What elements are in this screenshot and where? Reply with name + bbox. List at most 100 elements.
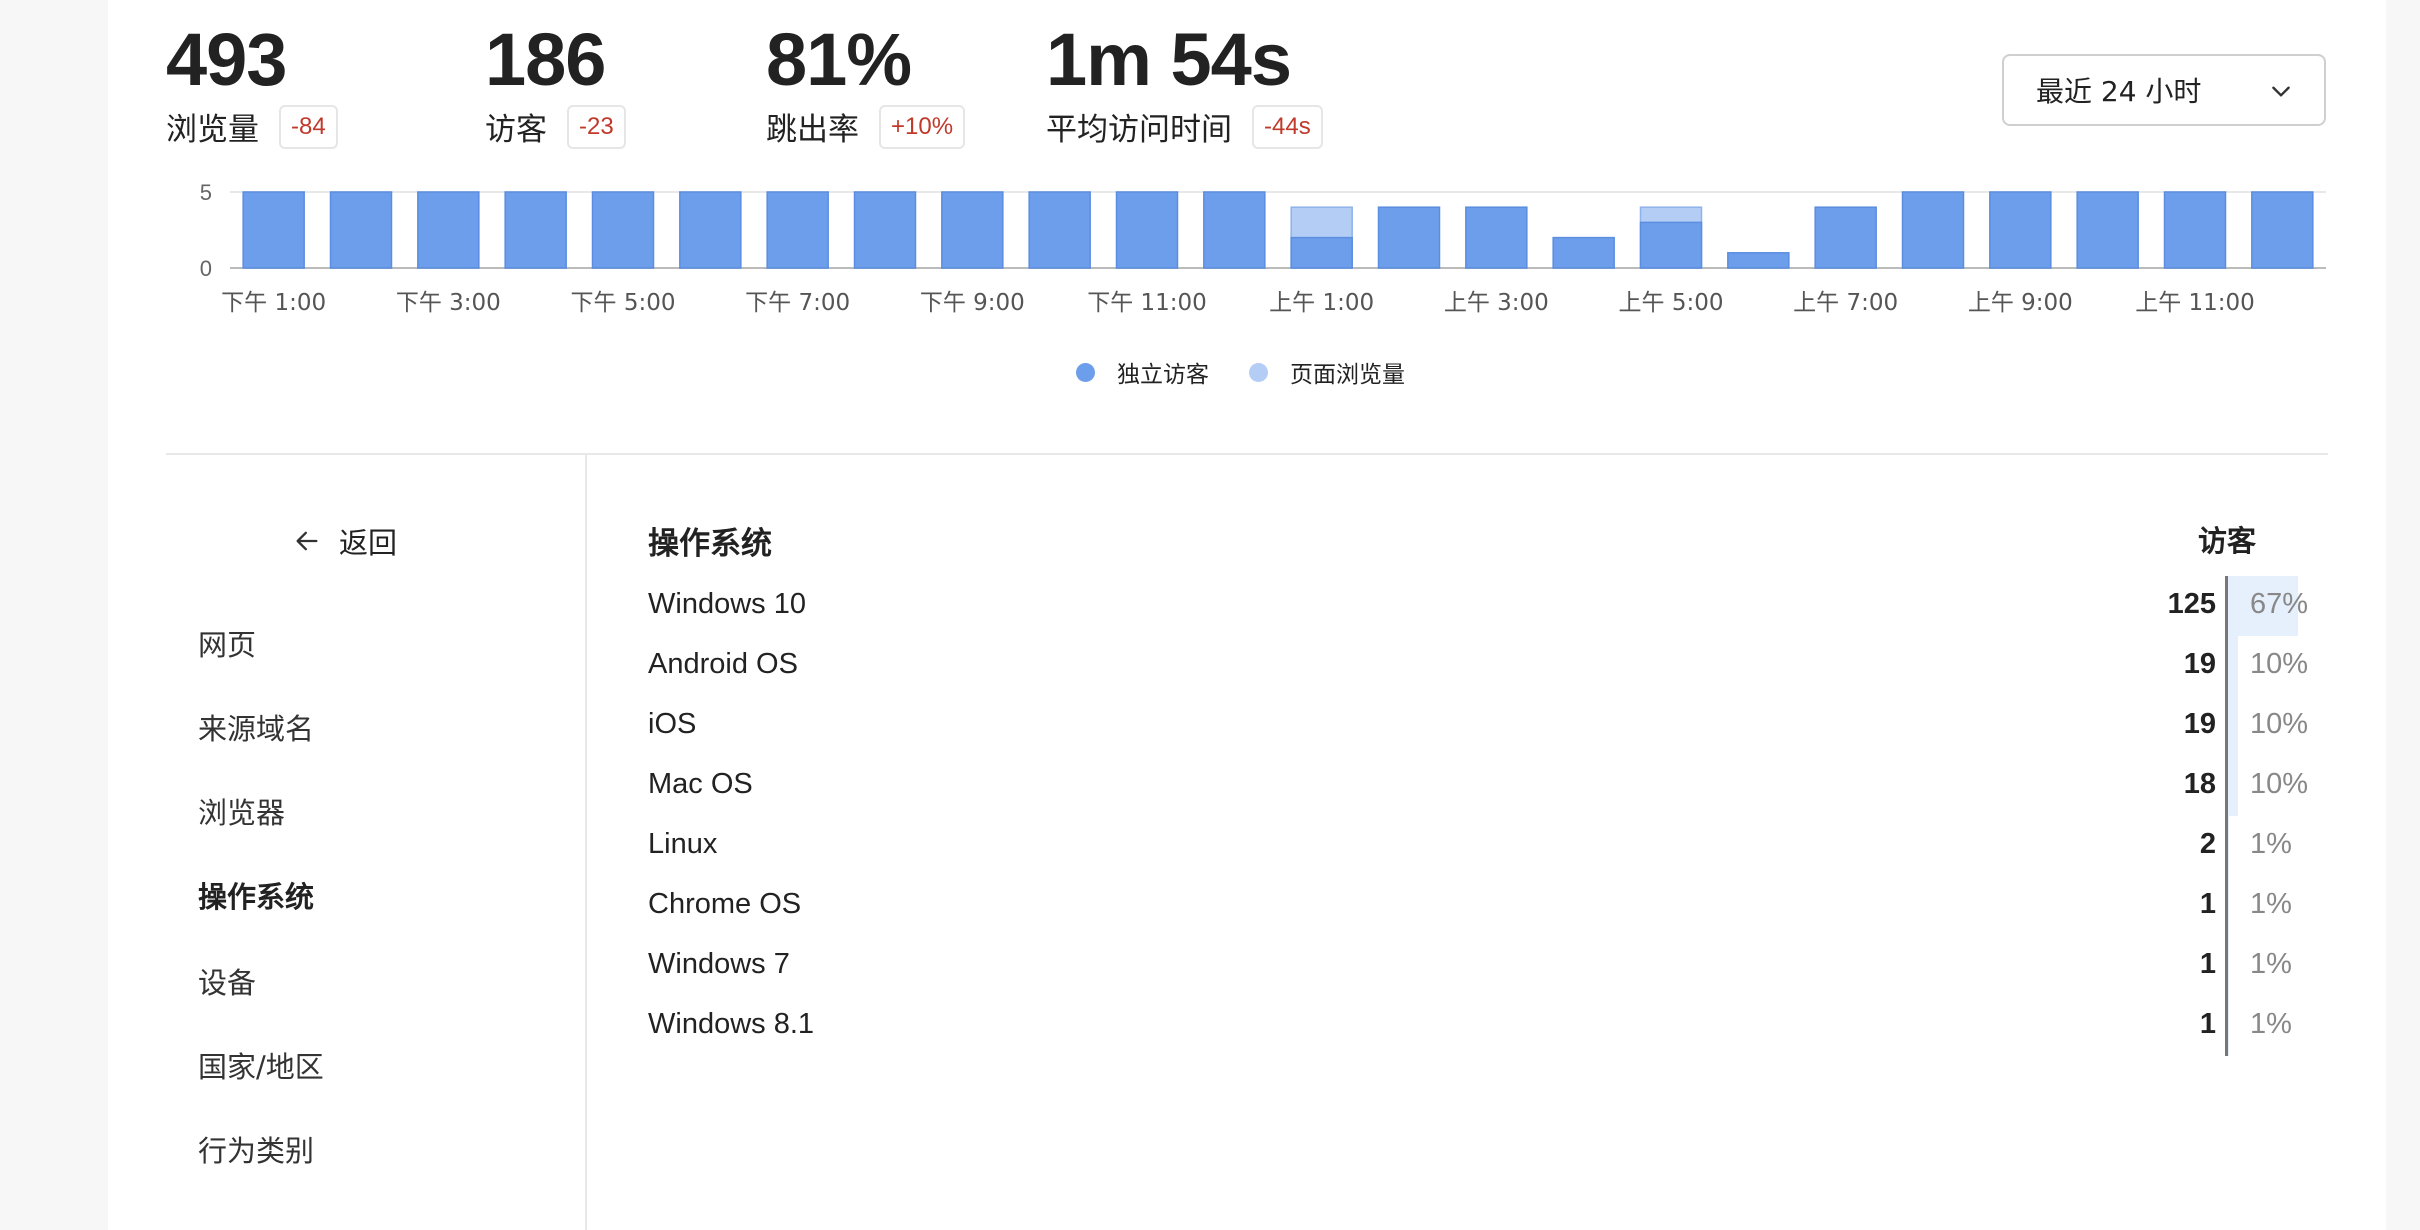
x-tick-label: 下午 9:00 xyxy=(920,290,1025,316)
table-row[interactable]: Linux 2 xyxy=(648,816,2216,876)
visitor-count: 19 xyxy=(2183,648,2216,680)
metric-avg-visit-time[interactable]: 1m 54s 平均访问时间 -44s xyxy=(1046,20,1323,149)
percent-bar xyxy=(2228,636,2239,696)
x-tick-label: 上午 5:00 xyxy=(1619,290,1724,316)
visitor-count: 19 xyxy=(2183,708,2216,740)
metric-pageviews[interactable]: 493 浏览量 -84 xyxy=(166,20,338,149)
bar-visitors xyxy=(766,191,829,269)
metric-value: 186 xyxy=(485,18,606,101)
percent-cell: 10% xyxy=(2228,636,2308,696)
metric-change-badge: -23 xyxy=(567,104,626,149)
percent-cell: 1% xyxy=(2228,816,2302,876)
os-name: Chrome OS xyxy=(648,888,802,920)
table-row[interactable]: Windows 8.1 1 xyxy=(648,996,2216,1056)
percent-bar xyxy=(2228,756,2239,816)
bar-visitors xyxy=(1028,191,1091,269)
metric-label: 浏览量 xyxy=(166,112,259,148)
metric-value: 81% xyxy=(766,18,912,101)
bar-visitors xyxy=(591,191,655,269)
metric-bounce-rate[interactable]: 81% 跳出率 +10% xyxy=(766,18,966,149)
date-range-select[interactable]: 最近 24 小时 xyxy=(2002,54,2326,126)
os-name: Windows 8.1 xyxy=(648,1008,815,1040)
x-tick-label: 下午 11:00 xyxy=(1087,290,1207,316)
table-row[interactable]: Windows 10 125 xyxy=(648,576,2216,636)
bar-visitors xyxy=(853,191,917,269)
back-label: 返回 xyxy=(339,526,398,560)
percent-text: 10% xyxy=(2250,768,2309,800)
table-row[interactable]: Chrome OS 1 xyxy=(648,876,2216,936)
percent-bar xyxy=(2228,936,2230,996)
percent-bar xyxy=(2228,996,2230,1056)
percent-cell: 1% xyxy=(2228,996,2302,1056)
x-tick-label: 上午 1:00 xyxy=(1269,290,1374,316)
bar-visitors xyxy=(1901,191,1965,269)
visitor-count: 125 xyxy=(2167,588,2216,620)
bar-visitors xyxy=(1727,252,1790,269)
bar-visitors xyxy=(1989,191,2052,269)
bar-visitors xyxy=(1639,221,1703,269)
chart-legend: 独立访客 页面浏览量 xyxy=(1076,355,1445,389)
percent-cell: 10% xyxy=(2228,756,2308,816)
x-tick-label: 上午 11:00 xyxy=(2135,290,2255,316)
bar-visitors xyxy=(1115,191,1179,269)
x-tick-label: 下午 3:00 xyxy=(396,290,501,316)
back-button[interactable]: 返回 xyxy=(293,520,397,562)
table-row[interactable]: Android OS 19 xyxy=(648,636,2216,696)
column-header-visitors: 访客 xyxy=(2198,524,2257,558)
metric-label: 跳出率 xyxy=(766,112,859,148)
percent-text: 1% xyxy=(2250,948,2292,980)
metric-value: 1m 54s xyxy=(1046,18,1292,101)
percent-text: 10% xyxy=(2250,708,2309,740)
date-range-value: 最近 24 小时 xyxy=(2036,75,2202,108)
percent-text: 1% xyxy=(2250,888,2292,920)
x-tick-label: 上午 9:00 xyxy=(1968,290,2073,316)
bar-visitors xyxy=(2076,191,2139,269)
table-row[interactable]: Mac OS 18 xyxy=(648,756,2216,816)
legend-dot xyxy=(1076,362,1095,382)
bar-visitors xyxy=(2163,191,2227,269)
sidebar-item[interactable]: 浏览器 xyxy=(198,790,285,832)
os-name: Windows 7 xyxy=(648,948,790,980)
bar-visitors xyxy=(504,191,567,269)
visitor-count: 2 xyxy=(2199,828,2216,860)
visitor-count: 1 xyxy=(2199,948,2216,980)
table-row[interactable]: Windows 7 1 xyxy=(648,936,2216,996)
percent-bar xyxy=(2228,876,2230,936)
table-title: 操作系统 xyxy=(648,526,772,562)
metric-change-badge: +10% xyxy=(879,104,966,149)
os-name: Mac OS xyxy=(648,768,753,800)
metric-value: 493 xyxy=(166,18,287,101)
os-name: Linux xyxy=(648,828,718,860)
x-tick-label: 下午 1:00 xyxy=(221,290,326,316)
bar-visitors xyxy=(1465,206,1528,269)
percent-bar xyxy=(2228,696,2239,756)
sidebar-item[interactable]: 行为类别 xyxy=(198,1128,314,1170)
x-tick-label: 上午 7:00 xyxy=(1793,290,1898,316)
os-name: iOS xyxy=(648,708,697,740)
sidebar-item[interactable]: 国家/地区 xyxy=(198,1044,324,1086)
bar-visitors xyxy=(1814,206,1877,269)
bar-visitors xyxy=(329,191,393,269)
sidebar-item[interactable]: 来源域名 xyxy=(198,706,314,748)
sidebar-item[interactable]: 网页 xyxy=(198,622,256,664)
x-tick-label: 上午 3:00 xyxy=(1444,290,1549,316)
table-row[interactable]: iOS 19 xyxy=(648,696,2216,756)
y-tick-label: 5 xyxy=(200,180,212,205)
legend-item-visitors[interactable]: 独立访客 xyxy=(1076,355,1209,389)
legend-label: 独立访客 xyxy=(1117,362,1209,388)
legend-dot xyxy=(1249,362,1268,382)
legend-label: 页面浏览量 xyxy=(1290,362,1405,388)
os-name: Windows 10 xyxy=(648,588,806,620)
metric-visitors[interactable]: 186 访客 -23 xyxy=(485,20,626,149)
x-tick-label: 下午 7:00 xyxy=(745,290,850,316)
percent-text: 1% xyxy=(2250,1008,2292,1040)
os-name: Android OS xyxy=(648,648,798,680)
y-tick-label: 0 xyxy=(200,256,212,281)
percent-cell: 1% xyxy=(2228,936,2302,996)
sidebar-item[interactable]: 设备 xyxy=(198,960,256,1002)
legend-item-pageviews[interactable]: 页面浏览量 xyxy=(1249,355,1405,389)
percent-cell: 1% xyxy=(2228,876,2302,936)
bar-visitors xyxy=(941,191,1004,269)
sidebar-item[interactable]: 操作系统 xyxy=(198,874,314,916)
bar-visitors xyxy=(1552,236,1615,269)
